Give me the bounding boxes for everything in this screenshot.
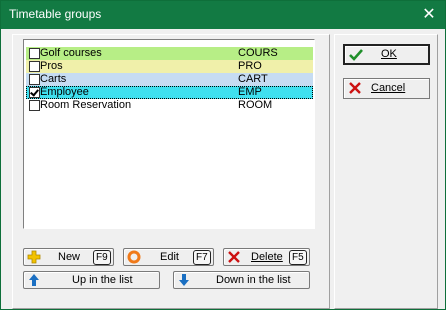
item-checkbox[interactable] bbox=[29, 48, 40, 59]
cancel-button[interactable]: Cancel bbox=[343, 78, 430, 99]
cancel-label-text: Cancel bbox=[371, 82, 406, 94]
edit-button[interactable]: Edit F7 bbox=[123, 248, 214, 266]
new-label: New bbox=[58, 251, 81, 263]
plus-icon bbox=[27, 250, 41, 264]
groups-list: Golf courses COURS Pros PRO Carts CART E… bbox=[26, 47, 313, 112]
actions-panel: OK Cancel bbox=[334, 34, 438, 309]
list-item[interactable]: Golf courses COURS bbox=[26, 47, 313, 60]
up-in-list-label: Up in the list bbox=[72, 274, 133, 286]
item-name: Employee bbox=[40, 86, 89, 98]
item-checkbox[interactable] bbox=[29, 87, 40, 98]
up-in-list-button[interactable]: Up in the list bbox=[23, 271, 160, 289]
item-code: PRO bbox=[238, 60, 262, 72]
item-name: Carts bbox=[40, 73, 67, 85]
list-item[interactable]: Pros PRO bbox=[26, 60, 313, 73]
item-code: ROOM bbox=[238, 99, 273, 111]
list-item[interactable]: Carts CART bbox=[26, 73, 313, 86]
checkmark-icon bbox=[349, 48, 363, 62]
down-in-list-label: Down in the list bbox=[216, 274, 291, 286]
edit-label: Edit bbox=[160, 251, 179, 263]
down-in-list-button[interactable]: Down in the list bbox=[173, 271, 310, 289]
edit-icon bbox=[127, 250, 141, 264]
delete-shortcut: F5 bbox=[289, 250, 307, 265]
arrow-down-icon bbox=[177, 273, 191, 287]
item-code: CART bbox=[238, 73, 268, 85]
groups-panel: Golf courses COURS Pros PRO Carts CART E… bbox=[12, 34, 330, 309]
delete-icon bbox=[227, 250, 241, 264]
close-button[interactable]: ✕ bbox=[419, 5, 439, 25]
new-shortcut: F9 bbox=[93, 250, 111, 265]
delete-button[interactable]: Delete F5 bbox=[223, 248, 310, 266]
ok-button[interactable]: OK bbox=[343, 44, 430, 65]
ok-label: OK bbox=[381, 46, 397, 63]
item-checkbox[interactable] bbox=[29, 100, 40, 111]
cancel-label: Cancel bbox=[371, 79, 405, 98]
close-icon: ✕ bbox=[422, 6, 436, 23]
item-name: Pros bbox=[40, 60, 63, 72]
new-button[interactable]: New F9 bbox=[23, 248, 114, 266]
ok-label-text: OK bbox=[381, 48, 397, 60]
edit-shortcut: F7 bbox=[193, 250, 211, 265]
item-checkbox[interactable] bbox=[29, 61, 40, 72]
item-code: EMP bbox=[238, 86, 262, 98]
cancel-icon bbox=[348, 81, 362, 95]
item-checkbox[interactable] bbox=[29, 74, 40, 85]
list-item[interactable]: Employee EMP bbox=[26, 86, 313, 99]
arrow-up-icon bbox=[27, 273, 41, 287]
delete-label-text: Delete bbox=[251, 251, 283, 263]
item-name: Golf courses bbox=[40, 47, 102, 59]
timetable-groups-dialog: Timetable groups ✕ Golf courses COURS Pr… bbox=[0, 0, 446, 310]
item-code: COURS bbox=[238, 47, 278, 59]
delete-label: Delete bbox=[251, 249, 283, 265]
title-bar: Timetable groups ✕ bbox=[1, 1, 445, 29]
window-title: Timetable groups bbox=[9, 7, 102, 21]
groups-list-box[interactable]: Golf courses COURS Pros PRO Carts CART E… bbox=[23, 39, 315, 229]
list-item[interactable]: Room Reservation ROOM bbox=[26, 99, 313, 112]
item-name: Room Reservation bbox=[40, 99, 132, 111]
